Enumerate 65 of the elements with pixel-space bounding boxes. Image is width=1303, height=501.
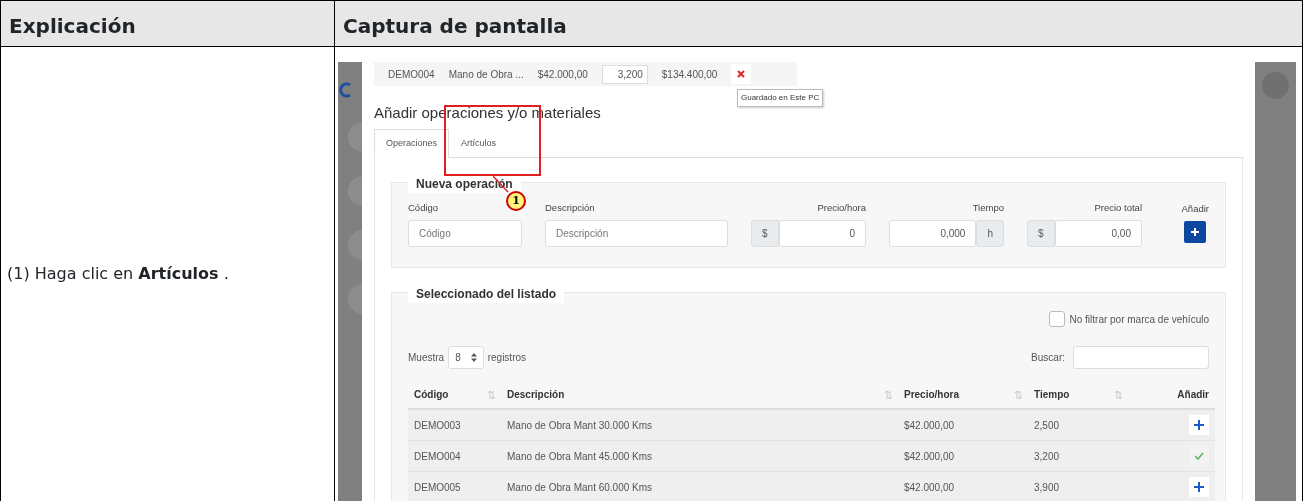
field-label: Código — [408, 201, 440, 215]
table-cell-text: Mano de Obra Mant 30.000 Kms — [507, 418, 653, 433]
search-field[interactable] — [1073, 346, 1209, 370]
input-field[interactable]: Código — [408, 220, 522, 248]
add-button[interactable] — [1184, 221, 1207, 244]
field-label: Precio/hora — [816, 201, 866, 215]
checkbox-label: No filtrar por marca de vehículo — [1069, 312, 1209, 327]
table-cell-text: DEMO004 — [414, 449, 461, 464]
remove-button[interactable] — [731, 64, 752, 84]
tab[interactable]: Artículos — [449, 128, 509, 158]
add-button[interactable] — [1189, 415, 1209, 436]
column-header[interactable]: Descripción — [507, 387, 565, 403]
page-size-select[interactable]: 8 — [448, 346, 484, 370]
table-cell-text: 3,200 — [1034, 449, 1060, 464]
column-header[interactable]: Código — [414, 387, 449, 403]
search-label: Buscar: — [1031, 351, 1065, 366]
input-field[interactable]: 0,000 — [889, 220, 977, 248]
table-cell-text: $134.400,00 — [661, 67, 718, 82]
field-label: Precio total — [1093, 201, 1142, 215]
table-cell-text: DEMO004 — [388, 67, 435, 82]
table-cell-text: 2,500 — [1034, 418, 1060, 433]
checkbox[interactable] — [1049, 311, 1066, 328]
field-label: Descripción — [545, 201, 596, 215]
unit-addon: h — [976, 220, 1004, 248]
field-label: Añadir — [1181, 202, 1209, 216]
table-cell-text: Mano de Obra ... — [448, 67, 524, 82]
table-cell-text: DEMO003 — [414, 418, 461, 433]
tab[interactable]: Operaciones — [374, 128, 450, 158]
tooltip: Guardado en Este PC — [737, 89, 824, 107]
sort-icon — [470, 353, 477, 363]
column-header[interactable]: Añadir — [1177, 387, 1209, 403]
column-header[interactable]: Tiempo — [1034, 387, 1070, 403]
show-label: Muestra — [408, 351, 445, 366]
input-field[interactable]: 0,00 — [1054, 220, 1142, 248]
plus-icon — [1194, 420, 1204, 431]
plus-icon — [1194, 482, 1204, 493]
table-cell-text: $42.000,00 — [904, 449, 955, 464]
table-cell-text: $42.000,00 — [537, 67, 588, 82]
column-header: Explicación — [1, 1, 335, 47]
column-header: Captura de pantalla — [335, 1, 1303, 47]
check-icon — [1194, 452, 1204, 461]
sort-icon — [1015, 390, 1022, 399]
column-header[interactable]: Precio/hora — [904, 387, 960, 403]
currency-addon: $ — [751, 220, 779, 248]
plus-icon — [1190, 227, 1201, 238]
table-cell-text: $42.000,00 — [904, 480, 955, 495]
table-cell-text: 3,900 — [1034, 480, 1060, 495]
sort-icon — [488, 390, 495, 399]
table-cell-text: $42.000,00 — [904, 418, 955, 433]
sort-icon — [885, 390, 892, 399]
table-cell-text: Mano de Obra Mant 45.000 Kms — [507, 449, 653, 464]
table-cell-text: Mano de Obra Mant 60.000 Kms — [507, 480, 653, 495]
records-label: registros — [487, 351, 527, 366]
logo-icon — [338, 82, 352, 98]
instruction-text: (1) Haga clic en Artículos . — [7, 263, 229, 285]
table-cell-text: DEMO005 — [414, 480, 461, 495]
close-icon — [737, 70, 746, 78]
added-button[interactable] — [1189, 446, 1209, 467]
currency-addon: $ — [1027, 220, 1055, 248]
input-field[interactable]: 0 — [778, 220, 866, 248]
sort-icon — [1115, 390, 1122, 399]
add-button[interactable] — [1189, 477, 1209, 498]
quantity-field[interactable]: 3,200 — [601, 64, 648, 84]
field-label: Tiempo — [971, 201, 1004, 215]
input-field[interactable]: Descripción — [545, 220, 728, 248]
